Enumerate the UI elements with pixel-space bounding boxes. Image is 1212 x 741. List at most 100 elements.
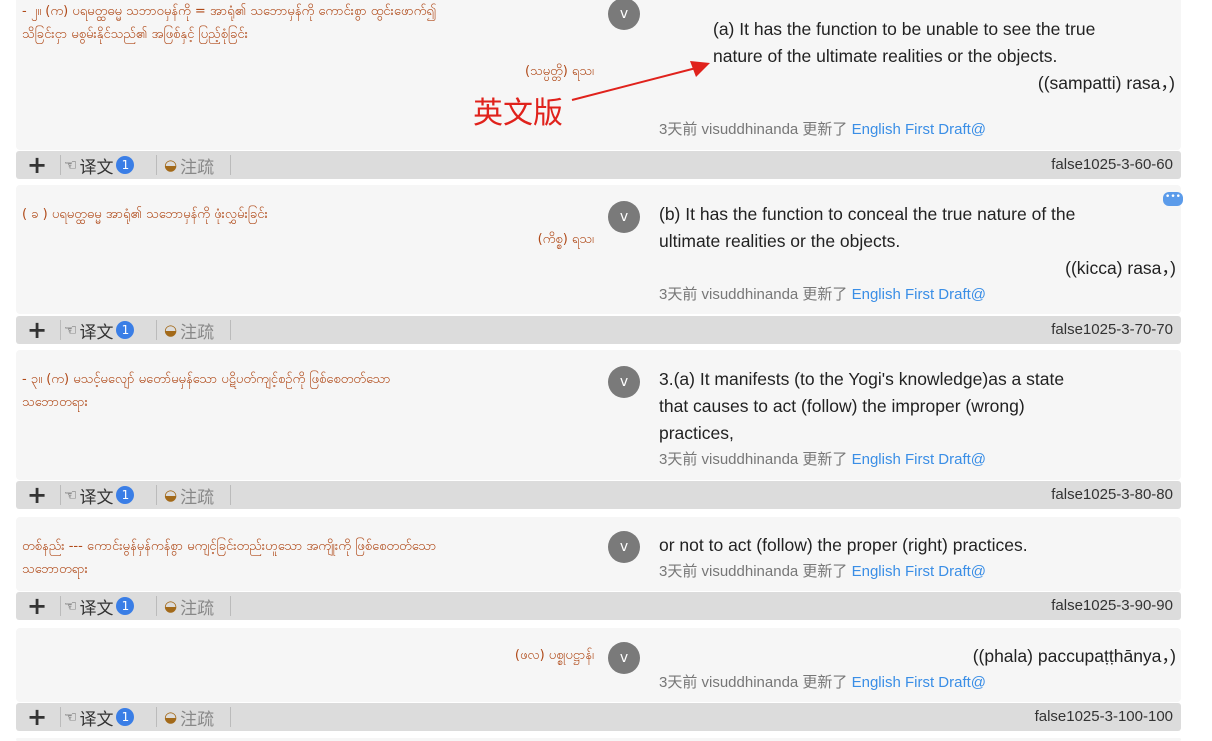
- pointing-hand-icon: ☜: [64, 597, 78, 615]
- channel-link[interactable]: English First Draft@: [852, 121, 986, 138]
- translation-count-badge: 1: [116, 597, 135, 615]
- pali-line: သဘောတရား: [22, 395, 88, 410]
- update-info: 3天前 visuddhinanda 更新了: [659, 674, 852, 691]
- translation-tab[interactable]: ☜ 译文 1: [64, 316, 135, 344]
- bowl-icon: ◒: [164, 708, 178, 726]
- pali-text: - ၂။ (က) ပရမတ္ထဓမ္မ သဘာဝမှန်ကို = အာရုံ၏…: [22, 0, 594, 83]
- toolbar-divider: [60, 707, 61, 727]
- sentence-toolbar: + ☜ 译文 1 ◒ 注疏 false1025-3-80-80: [16, 481, 1181, 509]
- translation-line: nature of the ultimate realities or the …: [713, 46, 1058, 66]
- pali-text: တစ်နည်း --- ကောင်းမွန်မှန်ကန်စွာ မကျင့်ခ…: [22, 535, 594, 581]
- toolbar-divider: [156, 155, 157, 175]
- translation-count-badge: 1: [116, 156, 135, 174]
- translation-text[interactable]: ((phala) paccupaṭṭhānya，): [659, 643, 1176, 670]
- bowl-icon: ◒: [164, 597, 178, 615]
- translation-text[interactable]: or not to act (follow) the proper (right…: [659, 532, 1176, 559]
- sentence-id: false1025-3-70-70: [1051, 321, 1173, 338]
- sentence-block: - ၃။ (က) မသင့်မလျော် မတော်မမှန်သော ပဋိပတ…: [16, 350, 1181, 480]
- translation-rasa-label: ((phala) paccupaṭṭhānya，): [972, 646, 1176, 666]
- translation-line: ultimate realities or the objects.: [659, 231, 901, 251]
- translation-tab[interactable]: ☜ 译文 1: [64, 151, 135, 179]
- update-info: 3天前 visuddhinanda 更新了: [659, 451, 852, 468]
- translation-text[interactable]: (a) It has the function to be unable to …: [713, 16, 1175, 97]
- translation-tab-label: 译文: [79, 709, 114, 730]
- add-button[interactable]: +: [26, 592, 48, 620]
- update-info: 3天前 visuddhinanda 更新了: [659, 121, 852, 138]
- avatar[interactable]: v: [608, 642, 640, 674]
- comment-icon[interactable]: •••: [1163, 192, 1183, 206]
- translation-line: (a) It has the function to be unable to …: [713, 19, 1096, 39]
- pali-rasa-label: (ကိစ္စ) ရသ၊: [537, 232, 594, 247]
- toolbar-divider: [230, 320, 231, 340]
- pali-text: - ၃။ (က) မသင့်မလျော် မတော်မမှန်သော ပဋိပတ…: [22, 368, 594, 414]
- update-meta: 3天前 visuddhinanda 更新了 English First Draf…: [659, 118, 986, 139]
- toolbar-divider: [230, 155, 231, 175]
- pali-line: တစ်နည်း --- ကောင်းမွန်မှန်ကန်စွာ မကျင့်ခ…: [22, 539, 437, 554]
- pali-text: (ဖလ) ပစ္စုပဋ္ဌာန်၊: [22, 644, 594, 667]
- bowl-icon: ◒: [164, 321, 178, 339]
- toolbar-divider: [60, 596, 61, 616]
- translation-text[interactable]: 3.(a) It manifests (to the Yogi's knowle…: [659, 366, 1176, 447]
- translation-tab-label: 译文: [79, 598, 114, 619]
- sentence-toolbar: + ☜ 译文 1 ◒ 注疏 false1025-3-100-100: [16, 703, 1181, 731]
- translation-count-badge: 1: [116, 486, 135, 504]
- commentary-tab-label: 注疏: [180, 487, 215, 508]
- translation-tab[interactable]: ☜ 译文 1: [64, 703, 135, 731]
- avatar[interactable]: v: [608, 201, 640, 233]
- translation-line: or not to act (follow) the proper (right…: [659, 535, 1028, 555]
- translation-tab[interactable]: ☜ 译文 1: [64, 592, 135, 620]
- pali-line: ( ခ ) ပရမတ္ထဓမ္မ အာရုံ၏ သဘောမှန်ကို ဖုံး…: [22, 207, 268, 222]
- avatar[interactable]: v: [608, 0, 640, 30]
- commentary-tab[interactable]: ◒ 注疏: [164, 592, 214, 620]
- annotation-arrow: [571, 61, 710, 101]
- add-button[interactable]: +: [26, 481, 48, 509]
- translation-count-badge: 1: [116, 708, 135, 726]
- sentence-toolbar: + ☜ 译文 1 ◒ 注疏 false1025-3-90-90: [16, 592, 1181, 620]
- bowl-icon: ◒: [164, 486, 178, 504]
- toolbar-divider: [156, 485, 157, 505]
- update-meta: 3天前 visuddhinanda 更新了 English First Draf…: [659, 283, 986, 304]
- translation-rasa-label: ((kicca) rasa，): [1065, 258, 1176, 278]
- commentary-tab-label: 注疏: [180, 157, 215, 178]
- channel-link[interactable]: English First Draft@: [852, 286, 986, 303]
- pali-line: - ၃။ (က) မသင့်မလျော် မတော်မမှန်သော ပဋိပတ…: [22, 372, 391, 387]
- translation-line: (b) It has the function to conceal the t…: [659, 204, 1076, 224]
- translation-line: 3.(a) It manifests (to the Yogi's knowle…: [659, 369, 1065, 389]
- channel-link[interactable]: English First Draft@: [852, 674, 986, 691]
- channel-link[interactable]: English First Draft@: [852, 563, 986, 580]
- translation-line: practices,: [659, 423, 734, 443]
- commentary-tab[interactable]: ◒ 注疏: [164, 151, 214, 179]
- translation-tab-label: 译文: [79, 322, 114, 343]
- sentence-block: (ဖလ) ပစ္စုပဋ္ဌာန်၊ v ((phala) paccupaṭṭh…: [16, 628, 1181, 702]
- toolbar-divider: [230, 596, 231, 616]
- translation-tab-label: 译文: [79, 157, 114, 178]
- toolbar-divider: [156, 320, 157, 340]
- toolbar-divider: [60, 320, 61, 340]
- translation-text[interactable]: (b) It has the function to conceal the t…: [659, 201, 1176, 282]
- toolbar-divider: [156, 707, 157, 727]
- translation-tab[interactable]: ☜ 译文 1: [64, 481, 135, 509]
- toolbar-divider: [230, 485, 231, 505]
- add-button[interactable]: +: [26, 316, 48, 344]
- avatar[interactable]: v: [608, 531, 640, 563]
- commentary-tab[interactable]: ◒ 注疏: [164, 703, 214, 731]
- translation-count-badge: 1: [116, 321, 135, 339]
- add-button[interactable]: +: [26, 151, 48, 179]
- update-meta: 3天前 visuddhinanda 更新了 English First Draf…: [659, 560, 986, 581]
- commentary-tab[interactable]: ◒ 注疏: [164, 481, 214, 509]
- avatar[interactable]: v: [608, 366, 640, 398]
- annotation-label: 英文版: [473, 96, 563, 131]
- sentence-block: ( ခ ) ပရမတ္ထဓမ္မ အာရုံ၏ သဘောမှန်ကို ဖုံး…: [16, 185, 1181, 314]
- toolbar-divider: [156, 596, 157, 616]
- pointing-hand-icon: ☜: [64, 708, 78, 726]
- pointing-hand-icon: ☜: [64, 156, 78, 174]
- add-button[interactable]: +: [26, 703, 48, 731]
- update-info: 3天前 visuddhinanda 更新了: [659, 286, 852, 303]
- sentence-id: false1025-3-60-60: [1051, 156, 1173, 173]
- pali-line: သိခြင်းငှာ မစွမ်းနိုင်သည်၏ အဖြစ်နှင့် ပြ…: [22, 27, 248, 42]
- commentary-tab[interactable]: ◒ 注疏: [164, 316, 214, 344]
- sentence-toolbar: + ☜ 译文 1 ◒ 注疏 false1025-3-70-70: [16, 316, 1181, 344]
- pali-text: ( ခ ) ပရမတ္ထဓမ္မ အာရုံ၏ သဘောမှန်ကို ဖုံး…: [22, 203, 594, 251]
- update-meta: 3天前 visuddhinanda 更新了 English First Draf…: [659, 448, 986, 469]
- channel-link[interactable]: English First Draft@: [852, 451, 986, 468]
